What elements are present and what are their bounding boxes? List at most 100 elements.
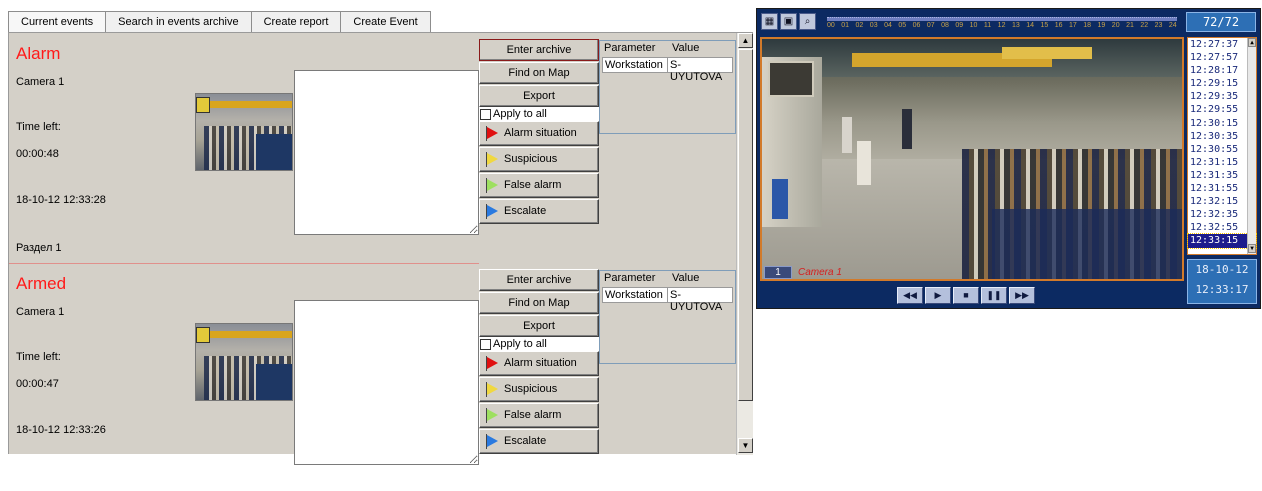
time-list-item[interactable]: 12:33:15 <box>1187 233 1257 249</box>
time-list-item[interactable]: 12:27:57 <box>1188 51 1256 64</box>
current-datetime: 18-10-12 12:33:17 <box>1187 259 1257 304</box>
param-value: S-UYUTOVA <box>670 59 723 83</box>
table-row[interactable]: Workstation S-UYUTOVA <box>602 287 733 313</box>
time-list-item[interactable]: 12:29:55 <box>1188 103 1256 116</box>
yellow-flag-icon <box>486 382 500 397</box>
camera-name: Camera 1 <box>798 266 842 278</box>
false-alarm-button[interactable]: False alarm <box>479 403 599 428</box>
stop-icon[interactable]: ■ <box>953 287 979 304</box>
comment-field[interactable] <box>294 70 479 235</box>
escalate-button[interactable]: Escalate <box>479 429 599 454</box>
false-alarm-label: False alarm <box>504 409 562 421</box>
time-list-item[interactable]: 12:31:35 <box>1188 169 1256 182</box>
table-row[interactable]: Workstation S-UYUTOVA <box>602 57 733 83</box>
column-parameter[interactable]: Parameter <box>604 272 655 284</box>
escalate-button[interactable]: Escalate <box>479 199 599 224</box>
timeline-hour-label: 04 <box>884 22 892 29</box>
scroll-up-icon[interactable]: ▲ <box>738 33 753 48</box>
rewind-icon[interactable]: ◀◀ <box>897 287 923 304</box>
timeline-hours: 00 01 02 03 04 05 06 07 08 09 10 11 12 13 14 15 16 17 18 19… <box>827 22 1177 29</box>
param-value: S-UYUTOVA <box>670 289 723 313</box>
find-on-map-button[interactable]: Find on Map <box>479 292 599 314</box>
time-left-value: 00:00:47 <box>16 378 59 390</box>
timeline-hour-label: 07 <box>926 22 935 29</box>
time-list-item[interactable]: 12:32:55 <box>1188 221 1256 234</box>
timeline-hour-label: 10 <box>969 22 978 29</box>
time-list-item[interactable]: 12:30:35 <box>1188 130 1256 143</box>
pause-icon[interactable]: ❚❚ <box>981 287 1007 304</box>
timeline-hour-label: 20 <box>1111 22 1120 29</box>
archive-timeline[interactable]: 00 01 02 03 04 05 06 07 08 09 10 11 12 13 14 15 16 17 18 19… <box>827 12 1177 33</box>
time-list-item[interactable]: 12:29:15 <box>1188 77 1256 90</box>
timeline-hour-label: 08 <box>941 22 949 29</box>
timeline-hour-label: 22 <box>1140 22 1149 29</box>
timeline-hour-label: 14 <box>1026 22 1034 29</box>
timeline-hour-label: 17 <box>1069 22 1077 29</box>
timeline-hour-label: 11 <box>983 22 992 29</box>
time-list-item[interactable]: 12:30:55 <box>1188 143 1256 156</box>
blue-flag-icon <box>486 204 500 219</box>
timeline-hour-label: 03 <box>869 22 878 29</box>
yellow-flag-icon <box>486 152 500 167</box>
apply-to-all-checkbox[interactable]: Apply to all <box>479 107 599 122</box>
find-on-map-button[interactable]: Find on Map <box>479 62 599 84</box>
events-scrollbar[interactable]: ▲ ▼ <box>736 33 753 455</box>
event-thumbnail[interactable] <box>195 93 293 171</box>
enter-archive-button[interactable]: Enter archive <box>479 269 599 291</box>
scroll-down-icon[interactable]: ▼ <box>738 438 753 453</box>
column-value[interactable]: Value <box>672 42 699 54</box>
frame-time-list[interactable]: 12:27:37 12:27:57 12:28:17 12:29:15 12:29:35… <box>1187 37 1257 255</box>
column-value[interactable]: Value <box>672 272 699 284</box>
scroll-up-icon[interactable]: ▲ <box>1248 38 1256 47</box>
search-icon[interactable]: ⌕ <box>799 13 816 30</box>
time-list-scrollbar[interactable]: ▲ ▼ <box>1247 38 1256 254</box>
checkbox-icon[interactable] <box>480 109 491 120</box>
tab-create-report[interactable]: Create report <box>250 11 342 32</box>
playback-controls: ◀◀ ▶ ■ ❚❚ ▶▶ <box>897 287 1035 304</box>
event-card: Armed Camera 1 Time left: 00:00:47 18-10… <box>9 263 736 491</box>
column-parameter[interactable]: Parameter <box>604 42 655 54</box>
enter-archive-button[interactable]: Enter archive <box>479 39 599 61</box>
false-alarm-button[interactable]: False alarm <box>479 173 599 198</box>
timeline-hour-label: 01 <box>841 22 850 29</box>
time-list-item[interactable]: 12:30:15 <box>1188 117 1256 130</box>
tab-create-event[interactable]: Create Event <box>340 11 431 32</box>
time-list-item[interactable]: 12:27:37 <box>1188 38 1256 51</box>
alarm-situation-button[interactable]: Alarm situation <box>479 121 599 146</box>
event-camera: Camera 1 <box>16 76 65 88</box>
play-icon[interactable]: ▶ <box>925 287 951 304</box>
video-view[interactable]: 1 Camera 1 <box>760 37 1184 281</box>
time-list-item[interactable]: 12:29:35 <box>1188 90 1256 103</box>
timeline-hour-label: 16 <box>1054 22 1063 29</box>
tab-current-events[interactable]: Current events <box>8 11 107 33</box>
scroll-thumb[interactable] <box>738 49 753 401</box>
save-icon[interactable]: ▣ <box>780 13 797 30</box>
escalate-label: Escalate <box>504 205 547 217</box>
fast-forward-icon[interactable]: ▶▶ <box>1009 287 1035 304</box>
comment-field[interactable] <box>294 300 479 465</box>
blue-flag-icon <box>486 434 500 449</box>
timeline-hour-label: 05 <box>898 22 907 29</box>
current-date: 18-10-12 <box>1195 263 1249 276</box>
suspicious-situation-button[interactable]: Suspicious situation <box>479 377 599 418</box>
parameters-table: Parameter Value Workstation S-UYUTOVA <box>599 270 736 364</box>
time-list-item[interactable]: 12:31:15 <box>1188 156 1256 169</box>
apply-to-all-checkbox[interactable]: Apply to all <box>479 337 599 352</box>
event-thumbnail[interactable] <box>195 323 293 401</box>
time-list-item[interactable]: 12:32:15 <box>1188 195 1256 208</box>
tab-search-events-archive[interactable]: Search in events archive <box>105 11 252 32</box>
export-button[interactable]: Export <box>479 315 599 337</box>
camera-number: 1 <box>764 265 792 279</box>
layout-icon[interactable]: ▦ <box>761 13 778 30</box>
time-list-item[interactable]: 12:31:55 <box>1188 182 1256 195</box>
green-flag-icon <box>486 408 500 423</box>
time-list-item[interactable]: 12:28:17 <box>1188 64 1256 77</box>
video-monitor: ▦ ▣ ⌕ 00 01 02 03 04 05 06 07 08 09 10 11 12 13 14 15 16… <box>756 8 1261 309</box>
export-button[interactable]: Export <box>479 85 599 107</box>
checkbox-icon[interactable] <box>480 339 491 350</box>
time-list-item[interactable]: 12:32:35 <box>1188 208 1256 221</box>
events-panel: Current events Search in events archive … <box>0 0 753 465</box>
alarm-situation-button[interactable]: Alarm situation <box>479 351 599 376</box>
suspicious-situation-button[interactable]: Suspicious situation <box>479 147 599 188</box>
scroll-down-icon[interactable]: ▼ <box>1248 244 1256 253</box>
